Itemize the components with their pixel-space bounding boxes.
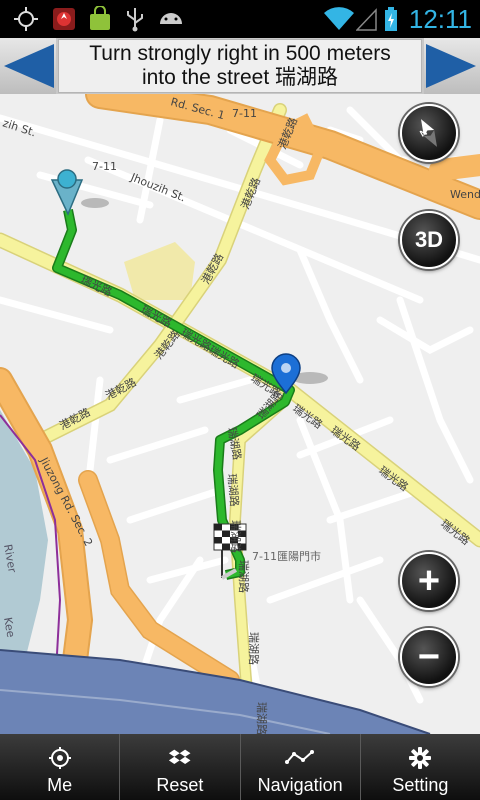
- map-label-7-11-left: 7-11: [92, 160, 117, 173]
- app-icon: [50, 0, 78, 38]
- instruction-banner: Turn strongly right in 500 meters into t…: [0, 38, 480, 95]
- me-label: Me: [47, 775, 73, 795]
- bottom-toolbar: Me Reset Navigation Setting: [0, 734, 480, 800]
- route-icon: [285, 742, 315, 774]
- instruction-text: Turn strongly right in 500 meters into t…: [58, 39, 422, 93]
- park-area: [124, 242, 195, 300]
- reset-button[interactable]: Reset: [120, 734, 241, 800]
- map-label-wende: Wende: [450, 188, 480, 201]
- reset-label: Reset: [156, 775, 204, 795]
- zoom-out-button[interactable]: −: [400, 628, 458, 686]
- setting-label: Setting: [392, 775, 449, 795]
- shopping-bag-icon: [86, 0, 114, 38]
- map-label-7-11-top: 7-11: [232, 107, 257, 120]
- navigation-label: Navigation: [257, 775, 343, 795]
- map-label-ruihu-7: 瑞湖路: [255, 702, 269, 734]
- usb-icon: [122, 0, 148, 38]
- arrow-left-icon: [4, 44, 54, 88]
- status-bar: 12:11: [0, 0, 480, 38]
- map-label-ruihu-5: 瑞湖路: [237, 560, 251, 593]
- map-view[interactable]: Rd. Sec. 1 7-11 zih St. Jhouzih St. 7-11…: [0, 94, 480, 734]
- gps-icon: [12, 0, 40, 38]
- gear-icon: [409, 742, 432, 774]
- map-label-ruiguang-2: 瑞光路: [139, 302, 175, 330]
- map-label-ruihu-6: 瑞湖路: [247, 632, 261, 665]
- instruction-line-2: into the street 瑞湖路: [141, 66, 339, 89]
- setting-button[interactable]: Setting: [361, 734, 480, 800]
- map-label-zih-st: zih St.: [1, 116, 37, 139]
- previous-instruction-button[interactable]: [0, 38, 56, 94]
- dropbox-icon: [168, 742, 192, 774]
- map-label-ruihu-4: 瑞湖路: [229, 520, 243, 553]
- instruction-line-1: Turn strongly right in 500 meters: [89, 42, 391, 65]
- signal-icon: [356, 0, 378, 38]
- me-button[interactable]: Me: [0, 734, 121, 800]
- crosshair-icon: [48, 742, 72, 774]
- battery-charging-icon: [382, 0, 400, 38]
- plus-icon: +: [417, 559, 441, 602]
- minus-icon: −: [417, 635, 441, 678]
- map-label-store: 7-11匯陽門市: [252, 549, 321, 563]
- 3d-view-button[interactable]: 3D: [400, 211, 458, 269]
- clock: 12:11: [408, 4, 472, 34]
- compass-icon: N: [418, 119, 437, 147]
- 3d-view-label: 3D: [414, 227, 444, 252]
- android-icon: [156, 0, 186, 38]
- arrow-right-icon: [426, 44, 476, 88]
- map-label-ruihu-3: 瑞湖路: [225, 473, 242, 507]
- wifi-icon: [322, 0, 356, 38]
- next-instruction-button[interactable]: [424, 38, 480, 94]
- zoom-in-button[interactable]: +: [400, 552, 458, 610]
- compass-button[interactable]: N: [400, 104, 458, 162]
- navigation-button[interactable]: Navigation: [241, 734, 361, 800]
